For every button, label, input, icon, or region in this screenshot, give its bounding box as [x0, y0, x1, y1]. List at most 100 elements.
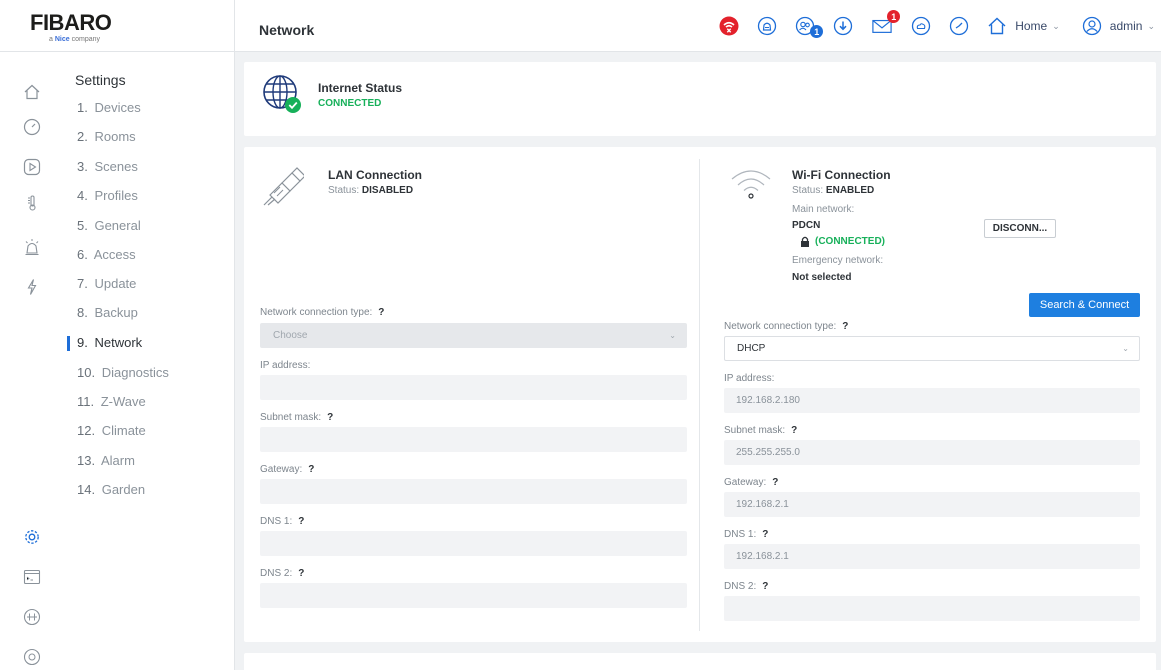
label-text: DNS 2:	[724, 581, 757, 592]
help-icon[interactable]: ?	[762, 529, 768, 540]
menu-item-profiles[interactable]: 4. Profiles	[77, 188, 138, 208]
user-menu[interactable]: admin ⌄	[1082, 16, 1155, 36]
user-label: admin	[1109, 19, 1143, 33]
label-text: Network connection type:	[260, 307, 373, 318]
help-icon[interactable]: ?	[308, 464, 314, 475]
chevron-down-icon: ⌄	[1122, 344, 1129, 353]
home-selector[interactable]: Home ⌄	[987, 16, 1060, 36]
help-icon[interactable]	[23, 648, 41, 666]
search-connect-button[interactable]: Search & Connect	[1029, 293, 1140, 317]
users-icon[interactable]: 1	[795, 16, 824, 38]
menu-number: 4.	[77, 188, 88, 203]
menu-item-devices[interactable]: 1. Devices	[77, 100, 141, 120]
main-network-name: PDCN	[792, 220, 821, 231]
menu-item-update[interactable]: 7. Update	[77, 276, 136, 296]
menu-number: 1.	[77, 100, 88, 115]
energy-icon[interactable]	[23, 278, 41, 296]
mail-badge: 1	[887, 10, 901, 23]
terminal-icon[interactable]	[23, 568, 41, 586]
menu-label: Rooms	[94, 129, 136, 144]
lan-ip-input[interactable]	[260, 375, 687, 400]
lan-ip-label: IP address:	[260, 360, 311, 371]
temperature-icon[interactable]	[23, 194, 41, 212]
home-icon[interactable]	[23, 83, 41, 101]
plugins-icon[interactable]	[23, 608, 41, 626]
wifi-gateway-label: Gateway:?	[724, 477, 778, 488]
wifi-status: Status: ENABLED	[792, 185, 874, 196]
lan-title: LAN Connection	[328, 168, 422, 182]
lan-gateway-input[interactable]	[260, 479, 687, 504]
lan-dns1-input[interactable]	[260, 531, 687, 556]
menu-item-rooms[interactable]: 2. Rooms	[77, 129, 136, 149]
wifi-status-value: ENABLED	[825, 185, 875, 196]
scenes-icon[interactable]	[23, 158, 41, 176]
lan-conn-type-label: Network connection type:?	[260, 307, 384, 318]
help-icon[interactable]: ?	[327, 412, 333, 423]
lan-dns2-input[interactable]	[260, 583, 687, 608]
menu-item-network[interactable]: 9. Network	[66, 335, 142, 355]
wifi-dns1-input[interactable]: 192.168.2.1	[724, 544, 1140, 569]
help-icon[interactable]: ?	[378, 307, 384, 318]
menu-number: 12.	[77, 423, 96, 438]
internet-status-value: CONNECTED	[318, 98, 382, 109]
menu-item-z-wave[interactable]: 11. Z-Wave	[77, 394, 146, 414]
alarm-icon[interactable]	[757, 16, 777, 36]
settings-menu: Settings 1. Devices 2. Rooms 3. Scenes 4…	[62, 52, 235, 670]
menu-label: General	[94, 218, 141, 233]
next-section-card	[244, 653, 1156, 670]
wifi-dns2-input[interactable]	[724, 596, 1140, 621]
help-icon[interactable]: ?	[298, 516, 304, 527]
label-text: Gateway:	[724, 477, 767, 488]
wifi-title: Wi-Fi Connection	[792, 168, 891, 182]
wifi-gateway-input[interactable]: 192.168.2.1	[724, 492, 1140, 517]
mail-icon[interactable]: 1	[871, 10, 901, 36]
dashboard-icon[interactable]	[23, 118, 41, 136]
internet-status-title: Internet Status	[318, 81, 403, 95]
label-text: DNS 2:	[260, 568, 293, 579]
download-icon[interactable]	[833, 16, 853, 36]
menu-item-diagnostics[interactable]: 10. Diagnostics	[77, 365, 169, 385]
wifi-subnet-label: Subnet mask:?	[724, 425, 797, 436]
lan-conn-type-value: Choose	[273, 330, 308, 341]
page-title: Network	[259, 22, 315, 38]
label-text: Subnet mask:	[724, 425, 786, 436]
chevron-down-icon: ⌄	[1147, 20, 1155, 31]
settings-icon[interactable]	[23, 528, 41, 546]
menu-item-general[interactable]: 5. General	[77, 218, 141, 238]
wifi-subnet-input[interactable]: 255.255.255.0	[724, 440, 1140, 465]
menu-item-climate[interactable]: 12. Climate	[77, 423, 146, 443]
menu-label: Access	[93, 247, 136, 262]
logo-area[interactable]: FIBARO a Nice company	[0, 0, 235, 52]
lan-conn-type-select: Choose ⌄	[260, 323, 687, 348]
menu-number: 7.	[77, 276, 88, 291]
menu-item-scenes[interactable]: 3. Scenes	[77, 159, 138, 179]
disconnect-button[interactable]: DISCONN...	[984, 219, 1056, 238]
lan-dns2-label: DNS 2:?	[260, 568, 304, 579]
tagline-suffix: company	[71, 36, 101, 43]
clock-icon[interactable]	[949, 16, 969, 36]
label-text: DNS 1:	[724, 529, 757, 540]
help-icon[interactable]: ?	[842, 321, 848, 332]
alarm-icon[interactable]	[23, 238, 41, 256]
lan-gateway-label: Gateway:?	[260, 464, 314, 475]
menu-item-garden[interactable]: 14. Garden	[77, 482, 145, 502]
lan-subnet-input[interactable]	[260, 427, 687, 452]
menu-item-backup[interactable]: 8. Backup	[77, 305, 138, 325]
wifi-ip-input[interactable]: 192.168.2.180	[724, 388, 1140, 413]
emergency-network-label: Emergency network:	[792, 255, 884, 266]
lan-status: Status: DISABLED	[328, 185, 413, 196]
menu-item-access[interactable]: 6. Access	[77, 247, 136, 267]
cloud-icon[interactable]	[911, 16, 931, 36]
globe-icon	[263, 75, 301, 113]
menu-label: Profiles	[94, 188, 138, 203]
menu-number: 14.	[77, 482, 96, 497]
help-icon[interactable]: ?	[298, 568, 304, 579]
help-icon[interactable]: ?	[791, 425, 797, 436]
menu-item-alarm[interactable]: 13. Alarm	[77, 453, 135, 473]
no-internet-icon[interactable]	[719, 16, 739, 36]
menu-number: 10.	[77, 365, 96, 380]
wifi-conn-type-select[interactable]: DHCP ⌄	[724, 336, 1140, 361]
help-icon[interactable]: ?	[772, 477, 778, 488]
icon-rail	[0, 52, 62, 670]
help-icon[interactable]: ?	[762, 581, 768, 592]
